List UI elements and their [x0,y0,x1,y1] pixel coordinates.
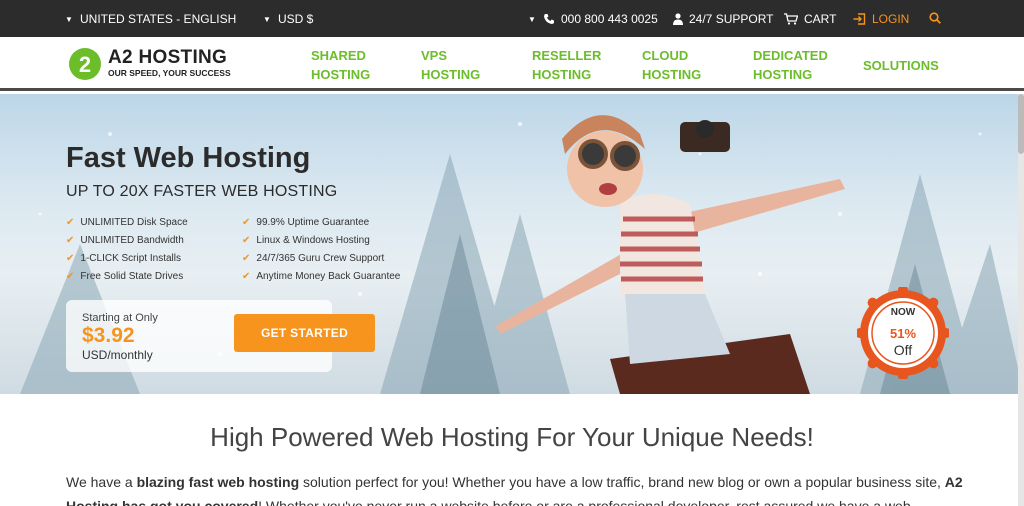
para-text: solution perfect for you! Whether you ha… [299,474,945,490]
discount-badge: NOW 51% Off [855,285,951,381]
check-icon: ✔ [242,271,251,282]
scrollbar-thumb[interactable] [1018,94,1024,154]
nav-label-line2: HOSTING [642,67,702,82]
brand-logo[interactable]: 2 A2 HOSTING OUR SPEED, YOUR SUCCESS [68,45,231,81]
support-label: 24/7 SUPPORT [689,12,774,26]
price-label: Starting at Only [82,312,158,324]
currency-label: USD $ [278,12,314,26]
login-link[interactable]: LOGIN [853,12,909,26]
feature-text: Anytime Money Back Guarantee [256,271,401,282]
check-icon: ✔ [66,217,75,228]
nav-label-line1: RESELLER [532,48,602,63]
para-bold: blazing fast web hosting [136,474,300,490]
nav-label-line1: VPS [421,48,448,63]
nav-label-line1: DEDICATED [753,48,828,63]
check-icon: ✔ [66,253,75,264]
intro-paragraph: We have a blazing fast web hosting solut… [66,470,966,506]
feature-text: 24/7/365 Guru Crew Support [256,253,385,264]
cart-label: CART [804,12,837,26]
currency-selector[interactable]: ▼ USD $ [262,12,313,26]
feature-item: ✔ 99.9% Uptime Guarantee [242,217,369,228]
svg-text:2: 2 [79,52,91,77]
check-icon: ✔ [242,217,251,228]
feature-text: UNLIMITED Bandwidth [80,235,184,246]
search-button[interactable] [929,12,941,24]
get-started-button[interactable]: GET STARTED [234,314,375,352]
badge-now: NOW [890,307,916,318]
nav-vps-hosting[interactable]: VPS HOSTING [421,46,480,84]
hero-banner: Fast Web Hosting UP TO 20X FASTER WEB HO… [0,94,1024,394]
cart-icon [784,13,798,25]
nav-label-line1: SOLUTIONS [863,58,939,73]
hero-subtitle: UP TO 20X FASTER WEB HOSTING [66,183,338,200]
check-icon: ✔ [242,235,251,246]
support-link[interactable]: 24/7 SUPPORT [673,12,773,26]
nav-reseller-hosting[interactable]: RESELLER HOSTING [532,46,601,84]
price-period: /monthly [107,348,153,362]
feature-item: ✔ Linux & Windows Hosting [242,235,370,246]
region-label: UNITED STATES - ENGLISH [80,12,237,26]
login-label: LOGIN [872,12,910,26]
section-headline: High Powered Web Hosting For Your Unique… [210,422,814,452]
feature-item: ✔ 24/7/365 Guru Crew Support [242,253,384,264]
nav-label-line2: HOSTING [753,67,813,82]
nav-label-line1: SHARED [311,48,366,63]
caret-down-icon: ▼ [528,14,536,24]
feature-text: Free Solid State Drives [80,271,184,282]
logo-tagline: OUR SPEED, YOUR SUCCESS [108,68,231,78]
nav-label-line2: HOSTING [421,67,481,82]
feature-item: ✔ UNLIMITED Disk Space [66,217,188,228]
main-navbar: 2 A2 HOSTING OUR SPEED, YOUR SUCCESS SHA… [0,37,1024,91]
check-icon: ✔ [242,253,251,264]
feature-item: ✔ Anytime Money Back Guarantee [242,271,400,282]
badge-percent: 51% [889,326,917,341]
phone-icon [544,14,554,24]
a2-logo-icon: 2 [68,45,102,81]
check-icon: ✔ [66,271,75,282]
nav-shared-hosting[interactable]: SHARED HOSTING [311,46,370,84]
price-currency: USD [82,348,108,362]
login-icon [853,13,866,25]
nav-solutions[interactable]: SOLUTIONS [863,56,939,75]
nav-label-line2: HOSTING [311,67,371,82]
feature-text: UNLIMITED Disk Space [80,217,188,228]
nav-dedicated-hosting[interactable]: DEDICATED HOSTING [753,46,828,84]
price-amount: $3.92 [82,324,135,347]
caret-down-icon: ▼ [65,14,73,24]
scrollbar-track[interactable] [1018,94,1024,506]
search-icon [929,12,941,24]
para-text: We have a [66,474,137,490]
phone-number: 000 800 443 0025 [561,12,658,26]
feature-text: 99.9% Uptime Guarantee [256,217,370,228]
nav-label-line1: CLOUD [642,48,689,63]
feature-text: Linux & Windows Hosting [256,235,370,246]
feature-text: 1-CLICK Script Installs [80,253,181,264]
feature-item: ✔ 1-CLICK Script Installs [66,253,181,264]
region-selector[interactable]: ▼ UNITED STATES - ENGLISH [64,12,236,26]
caret-down-icon: ▼ [263,14,271,24]
top-utility-bar: ▼ UNITED STATES - ENGLISH ▼ USD $ ▼ 000 … [0,0,1024,37]
check-icon: ✔ [66,235,75,246]
nav-cloud-hosting[interactable]: CLOUD HOSTING [642,46,701,84]
para-text: ! Whether you've never run a website bef… [258,498,911,506]
hero-title: Fast Web Hosting [66,142,311,174]
phone-link[interactable]: ▼ 000 800 443 0025 [527,12,658,26]
logo-title: A2 HOSTING [108,47,228,68]
price-unit: USD/monthly [82,348,153,362]
user-icon [673,13,683,25]
nav-label-line2: HOSTING [532,67,592,82]
cart-link[interactable]: CART [784,12,836,26]
badge-off: Off [893,342,913,358]
girl-flying-image [496,115,845,394]
feature-item: ✔ UNLIMITED Bandwidth [66,235,184,246]
feature-item: ✔ Free Solid State Drives [66,271,183,282]
